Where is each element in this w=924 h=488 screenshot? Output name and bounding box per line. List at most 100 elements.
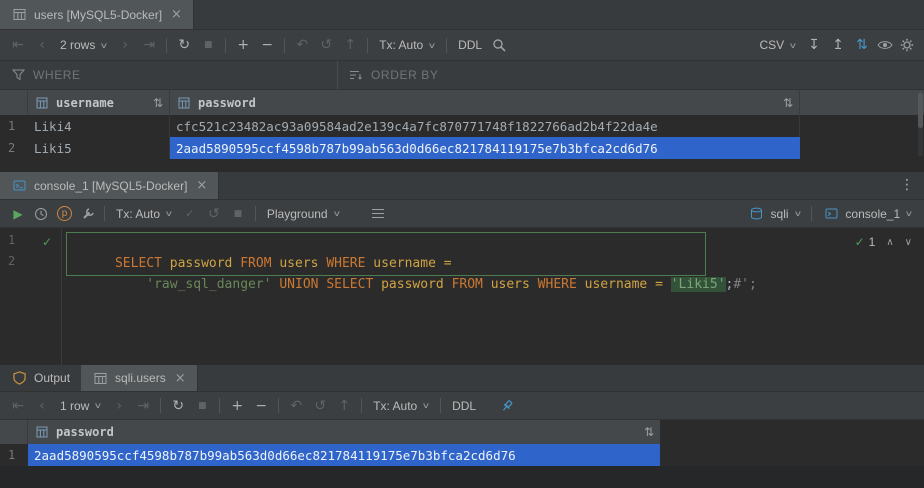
code-line-2[interactable]: 'raw_sql_danger' UNION SELECT password F… [68, 253, 757, 274]
history-clock-icon[interactable] [30, 203, 52, 225]
sort-toggle-icon[interactable]: ⇅ [644, 425, 654, 439]
tx-mode-dropdown[interactable]: Tx: Auto ∨ [367, 399, 435, 413]
reload-icon[interactable]: ↻ [166, 395, 190, 417]
row-number-gutter-header [0, 90, 28, 115]
result-grid-toolbar: ⇤ ‹ 1 row ∨ › ⇥ ↻ ■ + − ↶ ↺ ↑ Tx: Auto ∨… [0, 392, 924, 420]
next-page-icon[interactable]: › [113, 34, 137, 56]
submit-icon[interactable]: ↑ [338, 34, 362, 56]
cell-password-selected[interactable]: 2aad5890595ccf4598b787b99ab563d0d66ec821… [28, 444, 660, 466]
separator [104, 206, 105, 221]
submit-icon[interactable]: ↑ [332, 395, 356, 417]
table-row[interactable]: 1 2aad5890595ccf4598b787b99ab563d0d66ec8… [0, 444, 924, 466]
column-header-password[interactable]: password ⇅ [28, 420, 660, 444]
stop-icon[interactable]: ■ [190, 395, 214, 417]
previous-page-icon[interactable]: ‹ [30, 34, 54, 56]
console-selector[interactable]: console_1 ∨ [817, 206, 918, 222]
view-options-eye-icon[interactable] [874, 34, 896, 56]
run-icon[interactable]: ▶ [6, 203, 30, 225]
database-icon [749, 206, 765, 222]
reload-icon[interactable]: ↻ [172, 34, 196, 56]
playground-mode-dropdown[interactable]: Playground ∨ [261, 207, 346, 221]
search-icon[interactable] [488, 34, 510, 56]
export-format-dropdown[interactable]: CSV ∨ [753, 38, 802, 52]
delete-row-icon[interactable]: − [249, 395, 273, 417]
results-tab-bar: Output sqli.users × [0, 365, 924, 392]
add-row-icon[interactable]: + [231, 34, 255, 56]
close-icon[interactable]: × [171, 8, 182, 21]
console-context-group: sqli ∨ console_1 ∨ [743, 206, 918, 222]
page-size-dropdown[interactable]: 1 row ∨ [54, 399, 107, 413]
rollback-icon[interactable]: ↺ [308, 395, 332, 417]
table-row[interactable]: 2 Liki5 2aad5890595ccf4598b787b99ab563d0… [0, 137, 924, 159]
stop-icon[interactable]: ■ [226, 203, 250, 225]
ddl-button[interactable]: DDL [452, 38, 488, 52]
import-data-icon[interactable]: ↥ [826, 34, 850, 56]
editor-tab-bar: users [MySQL5-Docker] × [0, 0, 924, 30]
previous-result-icon[interactable]: ∧ [886, 237, 893, 248]
sort-toggle-icon[interactable]: ⇅ [783, 96, 793, 110]
column-header-password[interactable]: password ⇅ [170, 90, 800, 115]
last-page-icon[interactable]: ⇥ [137, 34, 161, 56]
separator [446, 38, 447, 53]
tab-users-grid[interactable]: users [MySQL5-Docker] × [0, 0, 194, 29]
tx-mode-dropdown[interactable]: Tx: Auto ∨ [110, 207, 178, 221]
row-number: 1 [0, 444, 28, 466]
tx-mode-dropdown[interactable]: Tx: Auto ∨ [373, 38, 441, 52]
last-page-icon[interactable]: ⇥ [131, 395, 155, 417]
first-page-icon[interactable]: ⇤ [6, 395, 30, 417]
separator [225, 38, 226, 53]
console-icon [823, 206, 839, 222]
tab-console[interactable]: console_1 [MySQL5-Docker] × [0, 172, 219, 199]
order-by-field[interactable]: ORDER BY [338, 61, 448, 89]
delete-row-icon[interactable]: − [255, 34, 279, 56]
scrollbar-thumb[interactable] [918, 92, 923, 128]
cell-username[interactable]: Liki5 [28, 137, 170, 159]
grid-scrollbar[interactable] [918, 92, 923, 156]
revert-icon[interactable]: ↶ [284, 395, 308, 417]
sql-editor[interactable]: 1 2 ✓ SELECT password FROM users WHERE u… [0, 228, 924, 365]
where-filter-field[interactable]: WHERE [0, 61, 338, 89]
header-filler [800, 90, 924, 115]
next-page-icon[interactable]: › [107, 395, 131, 417]
close-icon[interactable]: × [175, 372, 186, 385]
code-line-1[interactable]: SELECT password FROM users WHERE usernam… [68, 232, 452, 253]
cell-password-selected[interactable]: 2aad5890595ccf4598b787b99ab563d0d66ec821… [170, 137, 800, 159]
column-icon [34, 424, 50, 440]
tab-title: users [MySQL5-Docker] [34, 8, 162, 22]
tab-output[interactable]: Output [0, 365, 81, 391]
first-page-icon[interactable]: ⇤ [6, 34, 30, 56]
page-size-dropdown[interactable]: 2 rows ∨ [54, 38, 113, 52]
more-options-icon[interactable]: ⋮ [900, 177, 914, 193]
console-tab-bar: console_1 [MySQL5-Docker] × ⋮ [0, 172, 924, 200]
pin-tab-icon[interactable] [496, 395, 518, 417]
console-icon [11, 178, 27, 194]
close-icon[interactable]: × [196, 179, 207, 192]
ddl-button[interactable]: DDL [446, 399, 482, 413]
add-row-icon[interactable]: + [225, 395, 249, 417]
settings-gear-icon[interactable] [896, 34, 918, 56]
previous-page-icon[interactable]: ‹ [30, 395, 54, 417]
line-number: 1 [8, 233, 28, 247]
revert-icon[interactable]: ↶ [290, 34, 314, 56]
next-result-icon[interactable]: ∨ [905, 237, 912, 248]
rollback-icon[interactable]: ↺ [314, 34, 338, 56]
output-layout-icon[interactable] [367, 203, 389, 225]
filter-bar: WHERE ORDER BY [0, 61, 924, 90]
chevron-down-icon: ∨ [100, 41, 109, 50]
sort-toggle-icon[interactable]: ⇅ [153, 96, 163, 110]
cell-username[interactable]: Liki4 [28, 115, 170, 137]
separator [166, 38, 167, 53]
rollback-icon[interactable]: ↺ [202, 203, 226, 225]
wrench-icon[interactable] [77, 203, 99, 225]
tab-result-grid[interactable]: sqli.users × [81, 365, 198, 391]
column-header-username[interactable]: username ⇅ [28, 90, 170, 115]
data-transfer-icon[interactable]: ⇅ [850, 34, 874, 56]
cell-password[interactable]: cfc521c23482ac93a09584ad2e139c4a7fc87077… [170, 115, 800, 137]
console-toolbar: ▶ p Tx: Auto ∨ ✓ ↺ ■ Playground ∨ [0, 200, 924, 228]
commit-check-icon[interactable]: ✓ [178, 203, 202, 225]
schema-selector[interactable]: sqli ∨ [743, 206, 807, 222]
parameters-icon[interactable]: p [57, 206, 72, 221]
export-data-icon[interactable]: ↧ [802, 34, 826, 56]
stop-icon[interactable]: ■ [196, 34, 220, 56]
table-row[interactable]: 1 Liki4 cfc521c23482ac93a09584ad2e139c4a… [0, 115, 924, 137]
